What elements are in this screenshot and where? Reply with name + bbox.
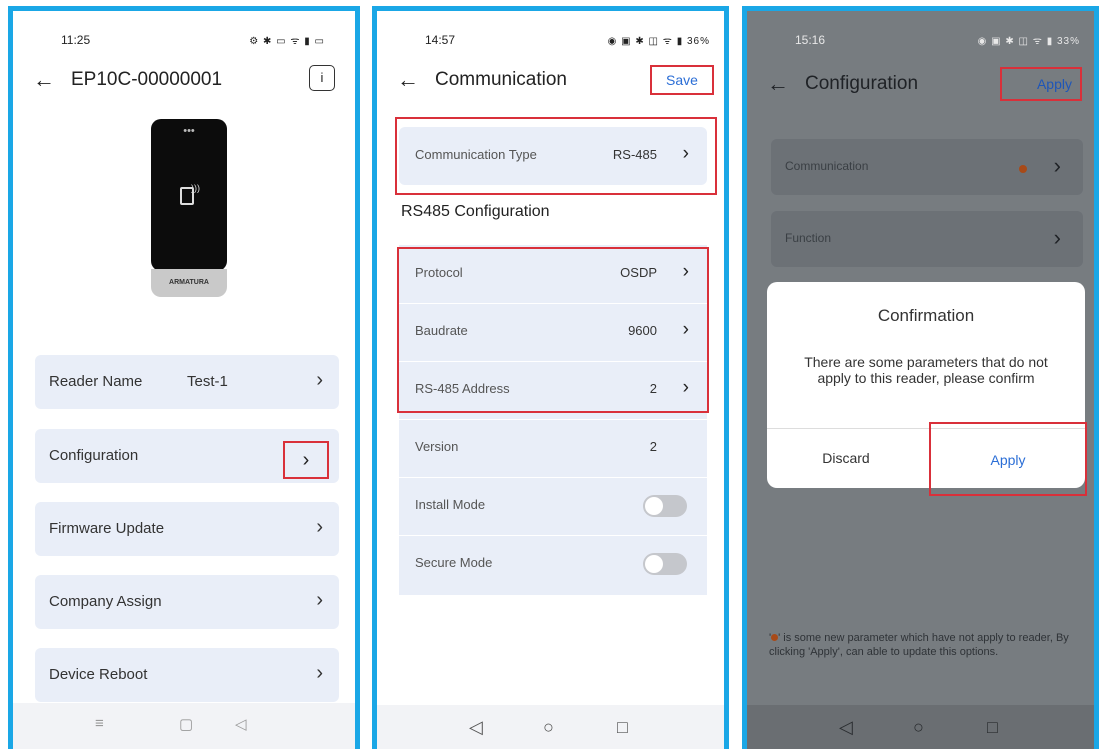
page-title: EP10C-00000001 — [71, 69, 223, 90]
secure-mode-toggle[interactable] — [643, 553, 687, 575]
status-time: 14:57 — [425, 33, 456, 47]
screen-communication: 14:57 ◉ ▣ ✱ ◫ ᯤ ▮ 36% ← Communication Sa… — [372, 6, 729, 749]
communication-type-item[interactable]: Communication Type RS-485 › — [399, 127, 707, 185]
recent-apps-icon[interactable]: □ — [987, 717, 998, 738]
info-button[interactable]: i — [309, 65, 335, 91]
page-title: Configuration — [805, 73, 919, 94]
system-nav-bar: ◁ ○ □ — [377, 705, 724, 749]
back-icon[interactable]: ◁ — [839, 717, 853, 738]
screen-reader-details: 11:25 ⚙ ✱ ▭ ᯤ ▮ ▭ ← EP10C-00000001 i •••… — [8, 6, 360, 749]
apply-header-button[interactable]: Apply — [1000, 67, 1082, 101]
screen-configuration-confirm: 15:16 ◉ ▣ ✱ ◫ ᯤ ▮ 33% ← Configuration Ap… — [742, 6, 1099, 749]
status-bar: 11:25 ⚙ ✱ ▭ ᯤ ▮ ▭ — [13, 29, 355, 49]
header: ← EP10C-00000001 i — [13, 63, 355, 103]
dialog-message: There are some parameters that do not ap… — [804, 354, 1048, 386]
communication-item[interactable]: Communication › — [771, 139, 1083, 195]
chevron-right-icon: › — [316, 662, 323, 684]
row-value: 2 — [649, 439, 657, 454]
back-icon[interactable]: ◁ — [235, 715, 247, 733]
apply-dialog-button[interactable]: Apply — [929, 422, 1087, 496]
chevron-right-icon: › — [1053, 153, 1061, 178]
chevron-right-icon: › — [316, 369, 323, 391]
rs485-settings-highlight — [397, 247, 709, 413]
row-label: Install Mode — [415, 497, 486, 512]
header: ← Configuration Apply — [747, 67, 1094, 107]
item-label: Configuration — [49, 447, 139, 464]
version-row: Version 2 — [399, 419, 707, 478]
status-bar: 14:57 ◉ ▣ ✱ ◫ ᯤ ▮ 36% — [377, 29, 724, 49]
install-mode-toggle[interactable] — [643, 495, 687, 517]
back-icon[interactable]: ◁ — [469, 717, 483, 738]
status-time: 15:16 — [795, 33, 826, 47]
page-title: Communication — [435, 69, 567, 90]
device-dots: ••• — [183, 125, 195, 137]
recent-apps-icon[interactable]: □ — [617, 717, 628, 738]
status-time: 11:25 — [61, 33, 91, 47]
device-reboot-item[interactable]: Device Reboot › — [35, 648, 339, 702]
system-nav-bar: ◁ ○ □ — [747, 705, 1094, 749]
item-label: Device Reboot — [49, 666, 148, 683]
nfc-waves-icon: ))) — [191, 183, 200, 193]
back-arrow-icon[interactable]: ← — [33, 67, 55, 93]
item-label: Communication — [785, 159, 869, 173]
back-arrow-icon[interactable]: ← — [397, 67, 419, 93]
toggle-knob — [645, 497, 663, 515]
dialog-title: Confirmation — [877, 306, 975, 325]
row-label: Version — [415, 439, 459, 454]
firmware-update-item[interactable]: Firmware Update › — [35, 502, 339, 556]
save-button[interactable]: Save — [650, 65, 714, 95]
status-bar: 15:16 ◉ ▣ ✱ ◫ ᯤ ▮ 33% — [747, 29, 1094, 49]
configuration-chevron-highlight[interactable]: › — [283, 441, 329, 479]
note-text: ' is some new parameter which have not a… — [769, 632, 1069, 658]
new-parameter-dot — [1019, 165, 1027, 173]
communication-type-row[interactable]: Communication Type RS-485 › — [399, 127, 707, 185]
status-icons: ⚙ ✱ ▭ ᯤ ▮ ▭ — [249, 36, 325, 47]
discard-button[interactable]: Discard — [801, 450, 891, 466]
row-value: RS-485 — [612, 147, 657, 162]
home-icon[interactable]: ○ — [913, 717, 924, 738]
status-icons: ◉ ▣ ✱ ◫ ᯤ ▮ 36% — [607, 36, 710, 47]
item-label: Reader Name — [49, 373, 143, 390]
new-parameter-note: ' ' is some new parameter which have not … — [769, 631, 1087, 659]
row-label: Communication Type — [415, 147, 537, 162]
chevron-right-icon: › — [316, 516, 323, 538]
reader-name-value: Test-1 — [187, 373, 228, 390]
item-label: Firmware Update — [49, 520, 165, 537]
header: ← Communication Save — [377, 63, 724, 103]
home-icon[interactable]: ○ — [543, 717, 554, 738]
reader-name-item[interactable]: Reader Name Test-1 › — [35, 355, 339, 409]
reader-device-image: ••• ))) ARMATURA — [151, 119, 227, 299]
toggle-knob — [645, 555, 663, 573]
home-icon[interactable]: ▢ — [179, 715, 193, 733]
chevron-right-icon: › — [316, 589, 323, 611]
secure-mode-row: Secure Mode — [399, 535, 707, 593]
section-title: RS485 Configuration — [401, 203, 550, 220]
menu-icon[interactable]: ≡ — [95, 715, 104, 732]
device-brand-label: ARMATURA — [151, 269, 227, 297]
chevron-right-icon: › — [1053, 225, 1061, 250]
device-body: ••• ))) — [151, 119, 227, 271]
install-mode-row: Install Mode — [399, 477, 707, 536]
chevron-right-icon: › — [682, 143, 689, 164]
chevron-right-icon: › — [302, 449, 310, 471]
apply-label: Apply — [990, 452, 1026, 468]
company-assign-item[interactable]: Company Assign › — [35, 575, 339, 629]
system-nav-bar: ≡ ▢ ◁ — [13, 703, 355, 749]
item-label: Function — [785, 231, 832, 245]
status-icons: ◉ ▣ ✱ ◫ ᯤ ▮ 33% — [977, 36, 1080, 47]
function-item[interactable]: Function › — [771, 211, 1083, 267]
back-arrow-icon[interactable]: ← — [767, 71, 789, 97]
row-label: Secure Mode — [415, 555, 493, 570]
item-label: Company Assign — [49, 593, 162, 610]
